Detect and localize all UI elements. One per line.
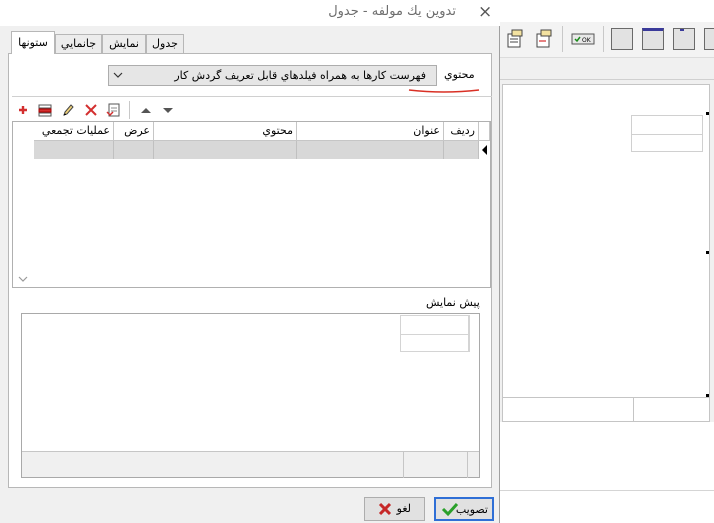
tab-table[interactable]: جدول bbox=[146, 34, 184, 53]
layout-grid-icon[interactable] bbox=[704, 28, 714, 50]
header-width[interactable]: عرض bbox=[114, 122, 154, 141]
cell-aggregate[interactable] bbox=[34, 141, 114, 159]
row-indicator bbox=[479, 141, 490, 159]
header-aggregate[interactable]: عمليات تجمعي bbox=[34, 122, 114, 141]
layout-columns-icon[interactable] bbox=[673, 28, 695, 50]
content-label: محتوي bbox=[444, 68, 475, 81]
delete-icon[interactable] bbox=[83, 102, 99, 118]
background-page bbox=[502, 84, 710, 422]
cancel-label: لغو bbox=[396, 503, 411, 515]
tab-placement[interactable]: جانمايي bbox=[55, 34, 102, 53]
table-row[interactable] bbox=[34, 141, 479, 159]
checkbox-ok-icon[interactable]: OK bbox=[570, 28, 596, 50]
header-row[interactable]: رديف bbox=[444, 122, 479, 141]
tab-display[interactable]: نمايش bbox=[102, 34, 146, 53]
report-list-icon[interactable] bbox=[503, 28, 525, 50]
columns-grid[interactable]: عمليات تجمعي عرض محتوي عنوان رديف bbox=[12, 121, 491, 288]
preview-area bbox=[21, 313, 480, 478]
close-red-icon bbox=[378, 502, 392, 516]
insert-row-icon[interactable] bbox=[37, 102, 53, 118]
title-bar: تدوين يك مولفه - جدول × bbox=[0, 0, 500, 26]
add-icon[interactable] bbox=[15, 102, 31, 118]
cell-row[interactable] bbox=[444, 141, 479, 159]
cancel-button[interactable]: لغو bbox=[364, 497, 425, 521]
edit-pencil-icon[interactable] bbox=[60, 102, 76, 118]
dialog-title: تدوين يك مولفه - جدول bbox=[328, 4, 456, 19]
background-footer bbox=[500, 422, 714, 523]
layout-header-icon[interactable] bbox=[642, 28, 664, 50]
remove-row-icon[interactable] bbox=[105, 102, 121, 118]
approve-label: تصويب bbox=[455, 504, 488, 516]
background-toolbar: OK bbox=[500, 22, 714, 58]
cell-width[interactable] bbox=[114, 141, 154, 159]
chevron-down-icon bbox=[113, 72, 123, 78]
cell-content[interactable] bbox=[154, 141, 297, 159]
content-select-value: فهرست كارها به همراه فيلدهاي قابل تعريف … bbox=[174, 69, 426, 82]
approve-button[interactable]: تصويب bbox=[434, 497, 494, 521]
grid-scrollbar[interactable] bbox=[13, 122, 33, 287]
preview-footer bbox=[22, 451, 479, 478]
layout-square-icon[interactable] bbox=[611, 28, 633, 50]
header-indicator bbox=[479, 122, 490, 141]
move-up-icon[interactable] bbox=[138, 102, 154, 118]
content-select[interactable]: فهرست كارها به همراه فيلدهاي قابل تعريف … bbox=[108, 65, 437, 86]
column-editor-dialog: تدوين يك مولفه - جدول × ستونها جانمايي ن… bbox=[0, 0, 500, 523]
svg-text:OK: OK bbox=[582, 37, 592, 44]
preview-label: پيش نمايش bbox=[426, 296, 480, 309]
header-title[interactable]: عنوان bbox=[297, 122, 444, 141]
close-icon[interactable]: × bbox=[478, 2, 492, 22]
annotation-underline bbox=[408, 89, 480, 93]
header-content[interactable]: محتوي bbox=[154, 122, 297, 141]
report-edit-icon[interactable] bbox=[532, 28, 554, 50]
cell-title[interactable] bbox=[297, 141, 444, 159]
background-ruler bbox=[500, 58, 714, 80]
move-down-icon[interactable] bbox=[160, 102, 176, 118]
tab-columns[interactable]: ستونها bbox=[11, 31, 55, 54]
